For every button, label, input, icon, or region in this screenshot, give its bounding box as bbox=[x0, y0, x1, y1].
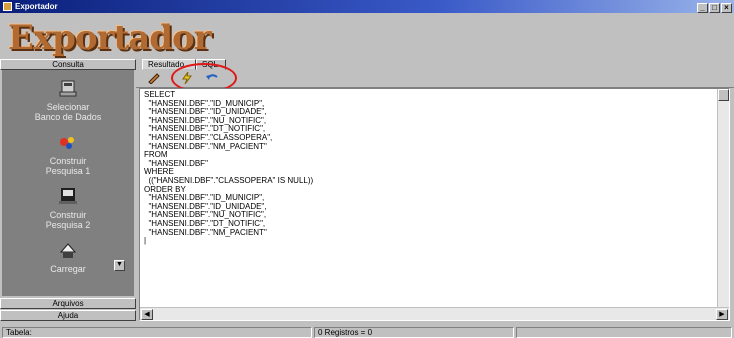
sidebar-item-label: Construir Pesquisa 2 bbox=[45, 210, 91, 230]
query-builder-2-icon bbox=[59, 188, 77, 204]
sql-editor[interactable]: SELECT "HANSENI.DBF"."ID_MUNICIP", "HANS… bbox=[139, 88, 730, 321]
database-select-icon bbox=[59, 80, 77, 97]
sidebar-item-label: Selecionar Banco de Dados bbox=[34, 102, 102, 122]
sidebar-scroll-down-button[interactable]: ▼ bbox=[114, 260, 125, 271]
app-icon bbox=[3, 2, 12, 11]
sql-text[interactable]: SELECT "HANSENI.DBF"."ID_MUNICIP", "HANS… bbox=[144, 90, 313, 246]
close-button[interactable]: × bbox=[721, 3, 732, 13]
sidebar-panel: Selecionar Banco de Dados Construir Pesq… bbox=[2, 70, 134, 296]
sidebar-item-select-database[interactable]: Selecionar Banco de Dados bbox=[2, 78, 134, 122]
window-controls: _ □ × bbox=[696, 1, 732, 13]
sidebar-tab-arquivos[interactable]: Arquivos bbox=[0, 298, 136, 309]
banner: Exportador bbox=[0, 13, 734, 59]
scroll-left-button[interactable]: ◀ bbox=[141, 309, 153, 320]
sidebar-item-label: Carregar bbox=[50, 264, 86, 274]
sidebar: Consulta Selecionar Banco de Dados Const… bbox=[0, 59, 136, 327]
status-empty bbox=[516, 327, 732, 338]
minimize-button[interactable]: _ bbox=[697, 3, 708, 13]
query-builder-icon bbox=[60, 137, 74, 149]
horizontal-scrollbar[interactable]: ◀ ▶ bbox=[140, 307, 729, 320]
sidebar-item-label: Construir Pesquisa 1 bbox=[45, 156, 91, 176]
status-table: Tabela: bbox=[2, 327, 312, 338]
sidebar-tab-consulta[interactable]: Consulta bbox=[0, 59, 136, 70]
pencil-edit-icon[interactable] bbox=[146, 72, 162, 86]
title-bar: Exportador _ □ × bbox=[0, 0, 734, 13]
window-title: Exportador bbox=[15, 2, 58, 11]
scroll-up-button[interactable] bbox=[718, 89, 729, 101]
sidebar-item-build-query-1[interactable]: Construir Pesquisa 1 bbox=[2, 132, 134, 176]
sidebar-tab-ajuda[interactable]: Ajuda bbox=[0, 310, 136, 321]
vertical-scrollbar[interactable] bbox=[717, 89, 729, 307]
scroll-right-button[interactable]: ▶ bbox=[716, 309, 728, 320]
status-bar: Tabela: 0 Registros = 0 bbox=[0, 327, 734, 338]
maximize-button[interactable]: □ bbox=[709, 3, 720, 13]
status-record-count: 0 Registros = 0 bbox=[314, 327, 514, 338]
load-icon bbox=[59, 243, 77, 258]
sidebar-item-build-query-2[interactable]: Construir Pesquisa 2 bbox=[2, 186, 134, 230]
app-logo: Exportador bbox=[8, 18, 212, 58]
